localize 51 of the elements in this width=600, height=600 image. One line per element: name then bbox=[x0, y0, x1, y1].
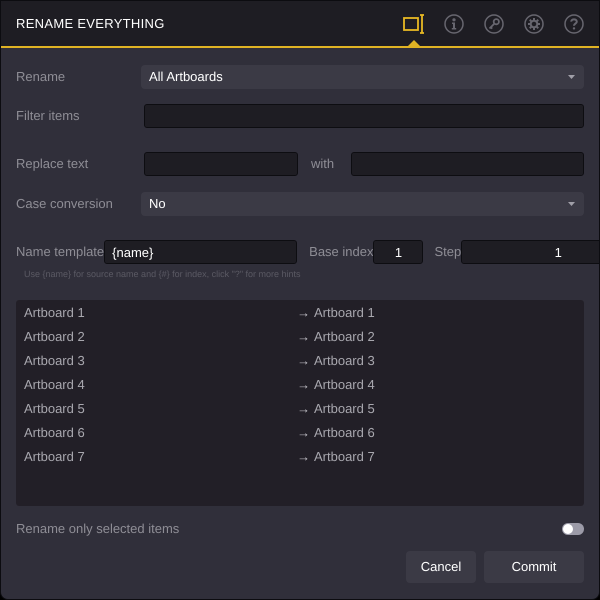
target-name: Artboard 5 bbox=[314, 400, 375, 418]
source-name: Artboard 5 bbox=[23, 400, 86, 418]
key-icon bbox=[484, 14, 504, 34]
field-label: Base index bbox=[308, 243, 374, 262]
arrow-text: → bbox=[297, 376, 311, 394]
dropdown-value: All Artboards bbox=[149, 68, 223, 86]
source-name: Artboard 1 bbox=[23, 304, 86, 322]
target-name: Artboard 2 bbox=[314, 328, 375, 346]
field-label: with bbox=[310, 155, 336, 174]
dropdown-value: No bbox=[149, 195, 166, 214]
source-name: Artboard 2 bbox=[23, 328, 86, 346]
field-label: Rename bbox=[16, 68, 66, 86]
dialog-button[interactable]: Cancel bbox=[406, 551, 476, 583]
target-name: Artboard 1 bbox=[314, 304, 375, 322]
source-name: Artboard 7 bbox=[23, 448, 86, 466]
arrow-text: → bbox=[297, 352, 311, 370]
toggle-label: Rename only selected items bbox=[16, 520, 180, 538]
target-name: Artboard 4 bbox=[314, 376, 375, 394]
field-label: Case conversion bbox=[16, 195, 114, 214]
source-name: Artboard 4 bbox=[23, 376, 86, 394]
arrow-text: → bbox=[297, 424, 311, 442]
base-index-field[interactable]: 1 bbox=[373, 240, 424, 264]
source-name: Artboard 6 bbox=[23, 424, 86, 442]
target-name: Artboard 7 bbox=[314, 448, 375, 466]
target-name: Artboard 6 bbox=[314, 424, 375, 442]
template-input-field[interactable]: {name} bbox=[104, 240, 298, 264]
replace-input-field[interactable] bbox=[144, 152, 298, 176]
toggle-switch[interactable] bbox=[562, 523, 584, 535]
field-label: Replace text bbox=[16, 155, 90, 174]
arrow-text: → bbox=[297, 304, 311, 322]
rename-icon bbox=[403, 14, 425, 34]
field-label: Name template bbox=[16, 243, 104, 262]
help-icon bbox=[564, 14, 584, 34]
arrow-text: → bbox=[297, 400, 311, 418]
info-icon bbox=[444, 14, 464, 34]
dialog-button[interactable]: Commit bbox=[484, 551, 584, 583]
window-title: RENAME EVERYTHING bbox=[16, 14, 165, 33]
caret-icon bbox=[568, 202, 575, 206]
case-dropdown[interactable]: No bbox=[141, 192, 584, 216]
arrow-text: → bbox=[297, 448, 311, 466]
arrow-text: → bbox=[297, 328, 311, 346]
target-name: Artboard 3 bbox=[314, 352, 375, 370]
with-input-field[interactable] bbox=[351, 152, 584, 176]
filter-input-field[interactable] bbox=[144, 104, 584, 128]
settings-icon bbox=[524, 14, 544, 34]
field-label: Filter items bbox=[16, 107, 81, 126]
caret-icon bbox=[568, 75, 575, 79]
step-field[interactable]: 1 bbox=[461, 240, 599, 264]
rename-dropdown[interactable]: All Artboards bbox=[141, 65, 584, 89]
field-label: Step bbox=[433, 243, 462, 262]
source-name: Artboard 3 bbox=[23, 352, 86, 370]
